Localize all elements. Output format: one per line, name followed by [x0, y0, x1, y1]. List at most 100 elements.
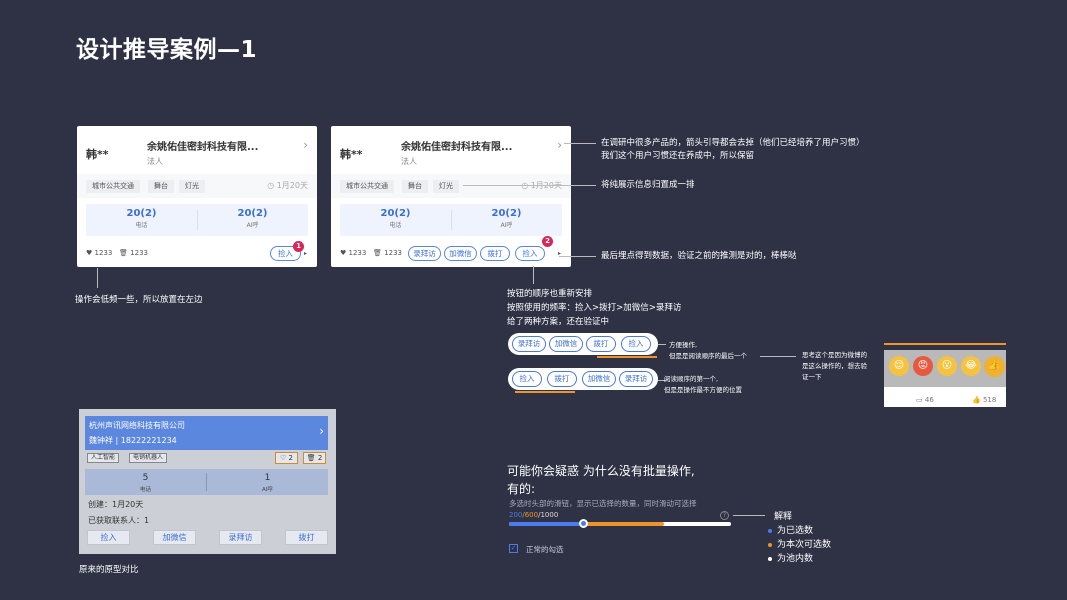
original-prototype: 杭州声讯网络科技有限公司 魏钟祥 | 18222221234 › 人工智能 电销… [79, 409, 336, 554]
legend-label: 为已选数 [777, 526, 814, 536]
trash-count: 1233 [130, 249, 148, 257]
batch-question-2: 有的: [507, 482, 536, 496]
step-badge: 1 [293, 241, 304, 252]
heart-icon[interactable]: ♥ [86, 249, 92, 257]
tag: 城市公共交通 [86, 180, 140, 193]
count-selected: 200 [509, 511, 523, 519]
stat-call-value: 5 [142, 473, 149, 483]
stat-call-label: 电话 [389, 222, 402, 229]
emoji-angry-icon: 😡 [913, 356, 933, 376]
likes-count: 518 [982, 396, 997, 404]
tag: 城市公共交通 [340, 180, 394, 193]
pick-button[interactable]: 捡入 [515, 246, 545, 261]
call-button[interactable]: 拨打 [547, 371, 577, 387]
annotation-line [559, 256, 596, 257]
order-note-3: 给了两种方案，还在验证中 [507, 317, 610, 327]
option-b-note-2: 但是是操作最不方便的位置 [664, 386, 742, 394]
chevron-right-icon[interactable]: › [557, 138, 562, 152]
step-badge: 2 [542, 236, 553, 247]
batch-slider-selected [509, 522, 583, 526]
visit-button[interactable]: 录拜访 [619, 371, 653, 387]
emoji-relaxed-icon: 😌 [889, 356, 909, 376]
call-button[interactable]: 拨打 [586, 336, 616, 352]
emoji-surprised-icon: 😮 [937, 356, 957, 376]
weibo-note-1: 思考这个是因为微博的 [802, 351, 867, 359]
checkbox-checked-icon[interactable]: ✓ [509, 544, 518, 553]
redesign-card-1[interactable]: 韩** 余姚佑佳密封科技有限... 法人 › 城市公共交通 舞台 灯光 ◷ 1月… [77, 126, 317, 267]
likes-count: 1233 [94, 249, 113, 257]
stat-call-value: 20(2) [380, 208, 411, 219]
legend-selectable: 为本次可选数 [768, 537, 831, 550]
data-note: 最后埋点得到数据，验证之前的推测是对的，棒棒哒 [601, 251, 797, 261]
batch-description: 多选时头部的滑钮，显示已选择的数量，同时滑动可选择 [509, 499, 697, 508]
call-button[interactable]: 拨打 [480, 246, 510, 261]
prototype-caption: 原来的原型对比 [79, 565, 139, 575]
weibo-likes[interactable]: 👍 518 [972, 396, 996, 404]
tag: 灯光 [433, 180, 459, 193]
pick-button[interactable]: 捡入 [87, 530, 130, 545]
count-selectable: /600 [522, 511, 539, 519]
prototype-header[interactable]: 杭州声讯网络科技有限公司 魏钟祥 | 18222221234 › [85, 416, 328, 450]
tag: 灯光 [179, 180, 205, 193]
like-counter[interactable]: ♡ 2 [275, 452, 298, 464]
highlight-underline [884, 343, 1006, 345]
wechat-button[interactable]: 加微信 [582, 371, 616, 387]
heart-icon[interactable]: ♥ [340, 249, 346, 257]
wechat-button[interactable]: 加微信 [549, 336, 583, 352]
option-b-note-1: 阅读顺序的第一个, [664, 375, 719, 383]
stat-call[interactable]: 20(2) 电话 [86, 208, 197, 229]
batch-counts: 200/600/1000 [509, 511, 558, 519]
wechat-button[interactable]: 加微信 [444, 246, 477, 261]
stat-ai-value: 1 [264, 473, 271, 483]
stat-ai-label: AI呼 [246, 222, 259, 229]
call-button[interactable]: 拨打 [285, 530, 328, 545]
legend-selected: 为已选数 [768, 523, 813, 536]
tag-row: 城市公共交通 舞台 灯光 ◷ 1月20天 [77, 174, 317, 198]
chevron-right-icon[interactable]: › [319, 424, 324, 438]
clock-icon: ◷ [267, 181, 277, 190]
trash-icon[interactable]: 🗑 [119, 249, 128, 257]
legend-title: 解释 [774, 512, 793, 522]
likes-count: 1233 [348, 249, 367, 257]
annotation-line [463, 185, 596, 186]
stat-ai[interactable]: 20(2) AI呼 [197, 208, 308, 229]
pick-button[interactable]: 捡入 [621, 336, 651, 352]
weibo-comments[interactable]: ▭ 46 [916, 396, 934, 404]
arrow-note-2: 我们这个用户习惯还在养成中，所以保留 [601, 151, 755, 161]
trash-counter[interactable]: 🗑 2 [303, 452, 326, 464]
company-name: 余姚佑佳密封科技有限... [147, 142, 259, 153]
visit-button[interactable]: 录拜访 [408, 246, 441, 261]
option-a-note-2: 但是是阅读顺序的最后一个 [669, 352, 747, 360]
checkbox-label: 正常的勾选 [526, 545, 564, 554]
heart-outline-icon: ♡ [280, 454, 287, 462]
pick-button[interactable]: 捡入 [512, 371, 542, 387]
stat-ai[interactable]: 20(2) AI呼 [451, 208, 562, 229]
wechat-button[interactable]: 加微信 [153, 530, 196, 545]
stats-panel: 20(2) 电话 20(2) AI呼 [86, 204, 308, 236]
option-b-group: 捡入 拨打 加微信 录拜访 [508, 368, 658, 390]
contacts-text: 已获取联系人：1 [88, 516, 150, 525]
info-note: 将纯展示信息归置成一排 [601, 180, 695, 190]
trash-icon[interactable]: 🗑 [373, 249, 382, 257]
tag-row: 城市公共交通 舞台 灯光 ◷ 1月20天 [331, 174, 571, 198]
arrow-note-1: 在调研中很多产品的，箭头引导都会去掉（他们已经培养了用户习惯） [601, 138, 865, 148]
contact-name: 韩** [340, 148, 363, 161]
annotation-line [533, 266, 534, 284]
trash-icon: 🗑 [306, 454, 316, 462]
annotation-line [733, 515, 765, 516]
visit-button[interactable]: 录拜访 [219, 530, 262, 545]
help-icon[interactable]: ? [720, 511, 729, 520]
stat-call-label: 电话 [139, 487, 151, 493]
order-note-2: 按照使用的频率：捡入>拨打>加微信>录拜访 [507, 303, 682, 313]
count-pool: /1000 [538, 511, 559, 519]
redesign-card-2[interactable]: 韩** 余姚佑佳密封科技有限... 法人 › 城市公共交通 舞台 灯光 ◷ 1月… [331, 126, 571, 267]
batch-slider-handle[interactable] [578, 519, 588, 528]
chevron-right-icon[interactable]: › [303, 138, 308, 152]
created-text: 创建：1月20天 [88, 500, 144, 509]
stat-call[interactable]: 20(2) 电话 [340, 208, 451, 229]
emoji-laugh-icon: 😂 [961, 356, 981, 376]
thumb-icon: 👍 [972, 396, 981, 404]
annotation-line [97, 268, 98, 288]
visit-button[interactable]: 录拜访 [512, 336, 546, 352]
stat-ai-value: 20(2) [237, 208, 268, 219]
